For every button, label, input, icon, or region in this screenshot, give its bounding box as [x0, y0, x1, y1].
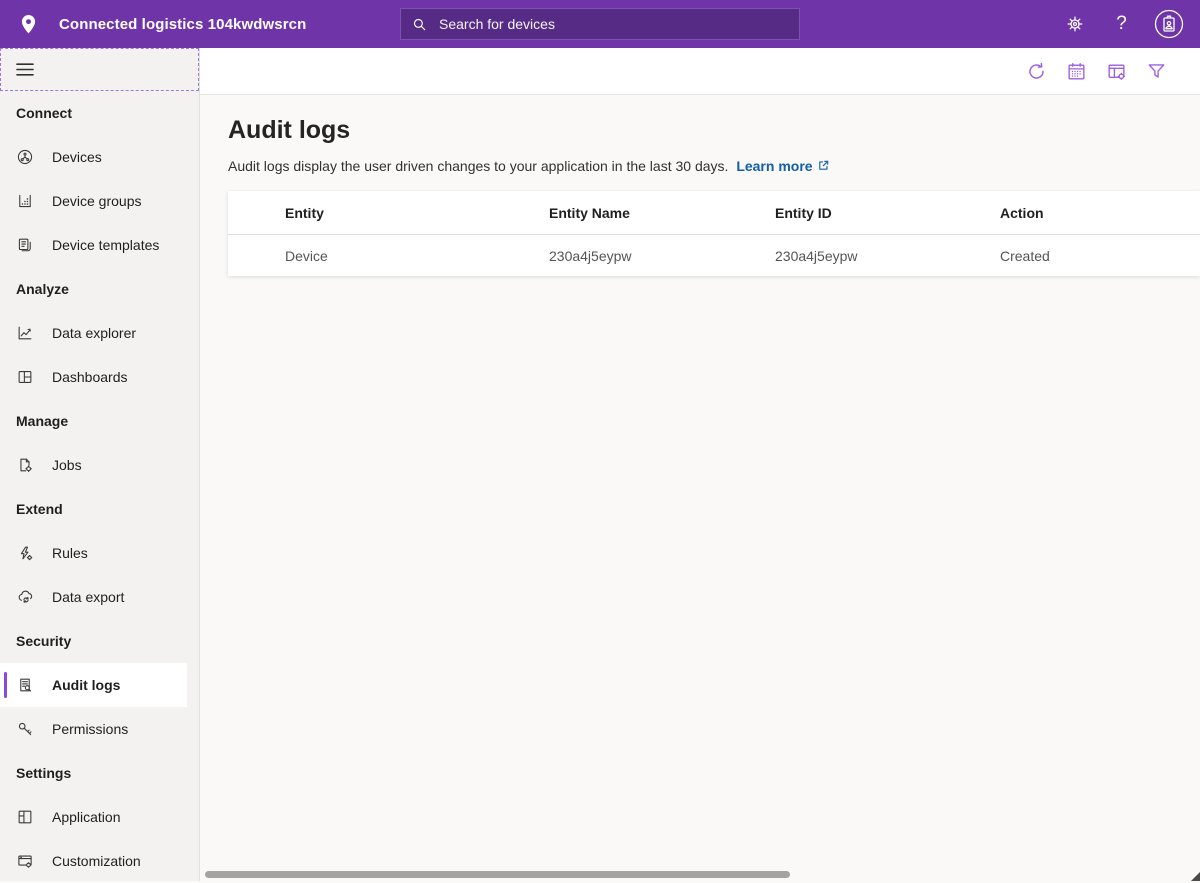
sidebar-item-label: Dashboards	[52, 369, 128, 385]
audit-logs-icon	[16, 676, 34, 694]
account-button[interactable]	[1145, 0, 1192, 48]
sidebar-item-label: Device templates	[52, 237, 159, 253]
filter-button[interactable]	[1136, 51, 1176, 91]
sidebar-section-analyze: Analyze	[0, 267, 199, 311]
cell-entity-id: 230a4j5eypw	[775, 248, 1000, 264]
sidebar-item-label: Customization	[52, 853, 141, 869]
sidebar-item-data-export[interactable]: Data export	[0, 575, 187, 619]
sidebar-item-label: Rules	[52, 545, 88, 561]
column-header-entity-id: Entity ID	[775, 205, 1000, 221]
sidebar-item-device-groups[interactable]: Device groups	[0, 179, 187, 223]
sidebar-section-connect: Connect	[0, 91, 199, 135]
calendar-icon	[1066, 61, 1087, 82]
horizontal-scrollbar[interactable]	[205, 871, 790, 878]
sidebar-item-label: Application	[52, 809, 121, 825]
filter-icon	[1146, 61, 1167, 82]
refresh-button[interactable]	[1016, 51, 1056, 91]
sidebar-item-data-explorer[interactable]: Data explorer	[0, 311, 187, 355]
permissions-icon	[16, 720, 34, 738]
page-title: Audit logs	[228, 116, 1200, 145]
account-badge-icon	[1153, 8, 1185, 40]
audit-logs-table: Entity Entity Name Entity ID Action Devi…	[228, 191, 1200, 276]
sidebar-item-audit-logs[interactable]: Audit logs	[0, 663, 187, 707]
sidebar-item-dashboards[interactable]: Dashboards	[0, 355, 187, 399]
data-explorer-icon	[16, 324, 34, 342]
page-description: Audit logs display the user driven chang…	[228, 158, 1200, 175]
column-header-entity: Entity	[228, 205, 549, 221]
sidebar-item-label: Data export	[52, 589, 124, 605]
sidebar-nav: Connect Devices Device groups	[0, 48, 200, 881]
rules-icon	[16, 544, 34, 562]
nav-collapse-button[interactable]	[0, 48, 199, 91]
sidebar-section-security: Security	[0, 619, 199, 663]
main-area: Audit logs Audit logs display the user d…	[200, 48, 1200, 881]
cell-entity: Device	[228, 248, 549, 264]
column-header-action: Action	[1000, 205, 1200, 221]
cell-entity-name: 230a4j5eypw	[549, 248, 775, 264]
sidebar-item-device-templates[interactable]: Device templates	[0, 223, 187, 267]
sidebar-item-label: Device groups	[52, 193, 142, 209]
sidebar-section-settings: Settings	[0, 751, 199, 795]
time-range-button[interactable]	[1056, 51, 1096, 91]
sidebar-item-label: Audit logs	[52, 677, 120, 693]
sidebar-item-rules[interactable]: Rules	[0, 531, 187, 575]
search-icon	[411, 16, 428, 33]
column-options-button[interactable]	[1096, 51, 1136, 91]
help-button[interactable]: ?	[1098, 0, 1145, 48]
sidebar-item-permissions[interactable]: Permissions	[0, 707, 187, 751]
top-app-bar: Connected logistics 104kwdwsrcn ?	[0, 0, 1200, 48]
sidebar-item-devices[interactable]: Devices	[0, 135, 187, 179]
sidebar-item-label: Permissions	[52, 721, 128, 737]
sidebar-item-application[interactable]: Application	[0, 795, 187, 839]
location-pin-icon	[20, 14, 37, 35]
sidebar-item-label: Devices	[52, 149, 102, 165]
column-header-entity-name: Entity Name	[549, 205, 775, 221]
sidebar-section-extend: Extend	[0, 487, 199, 531]
external-link-icon	[817, 159, 830, 175]
data-export-icon	[16, 588, 34, 606]
page-toolbar	[200, 48, 1200, 95]
device-templates-icon	[16, 236, 34, 254]
resize-grip	[1191, 872, 1200, 881]
help-icon: ?	[1116, 13, 1127, 35]
sidebar-item-label: Data explorer	[52, 325, 136, 341]
refresh-icon	[1026, 61, 1047, 82]
table-header-row: Entity Entity Name Entity ID Action	[228, 191, 1200, 235]
app-title: Connected logistics 104kwdwsrcn	[59, 16, 306, 33]
devices-icon	[16, 148, 34, 166]
dashboards-icon	[16, 368, 34, 386]
settings-button[interactable]	[1051, 0, 1098, 48]
sidebar-section-manage: Manage	[0, 399, 199, 443]
table-row[interactable]: Device 230a4j5eypw 230a4j5eypw Created	[228, 235, 1200, 276]
page-description-text: Audit logs display the user driven chang…	[228, 158, 728, 174]
search-input[interactable]	[437, 15, 767, 33]
cell-action: Created	[1000, 248, 1200, 264]
device-search-box[interactable]	[400, 8, 800, 40]
sidebar-item-jobs[interactable]: Jobs	[0, 443, 187, 487]
device-groups-icon	[16, 192, 34, 210]
application-icon	[16, 808, 34, 826]
gear-icon	[1065, 14, 1085, 34]
timeline-edit-icon	[1106, 61, 1127, 82]
learn-more-link[interactable]: Learn more	[736, 158, 812, 174]
customization-icon	[16, 852, 34, 870]
sidebar-item-label: Jobs	[52, 457, 82, 473]
jobs-icon	[16, 456, 34, 474]
sidebar-item-customization[interactable]: Customization	[0, 839, 187, 883]
hamburger-icon	[16, 63, 34, 76]
